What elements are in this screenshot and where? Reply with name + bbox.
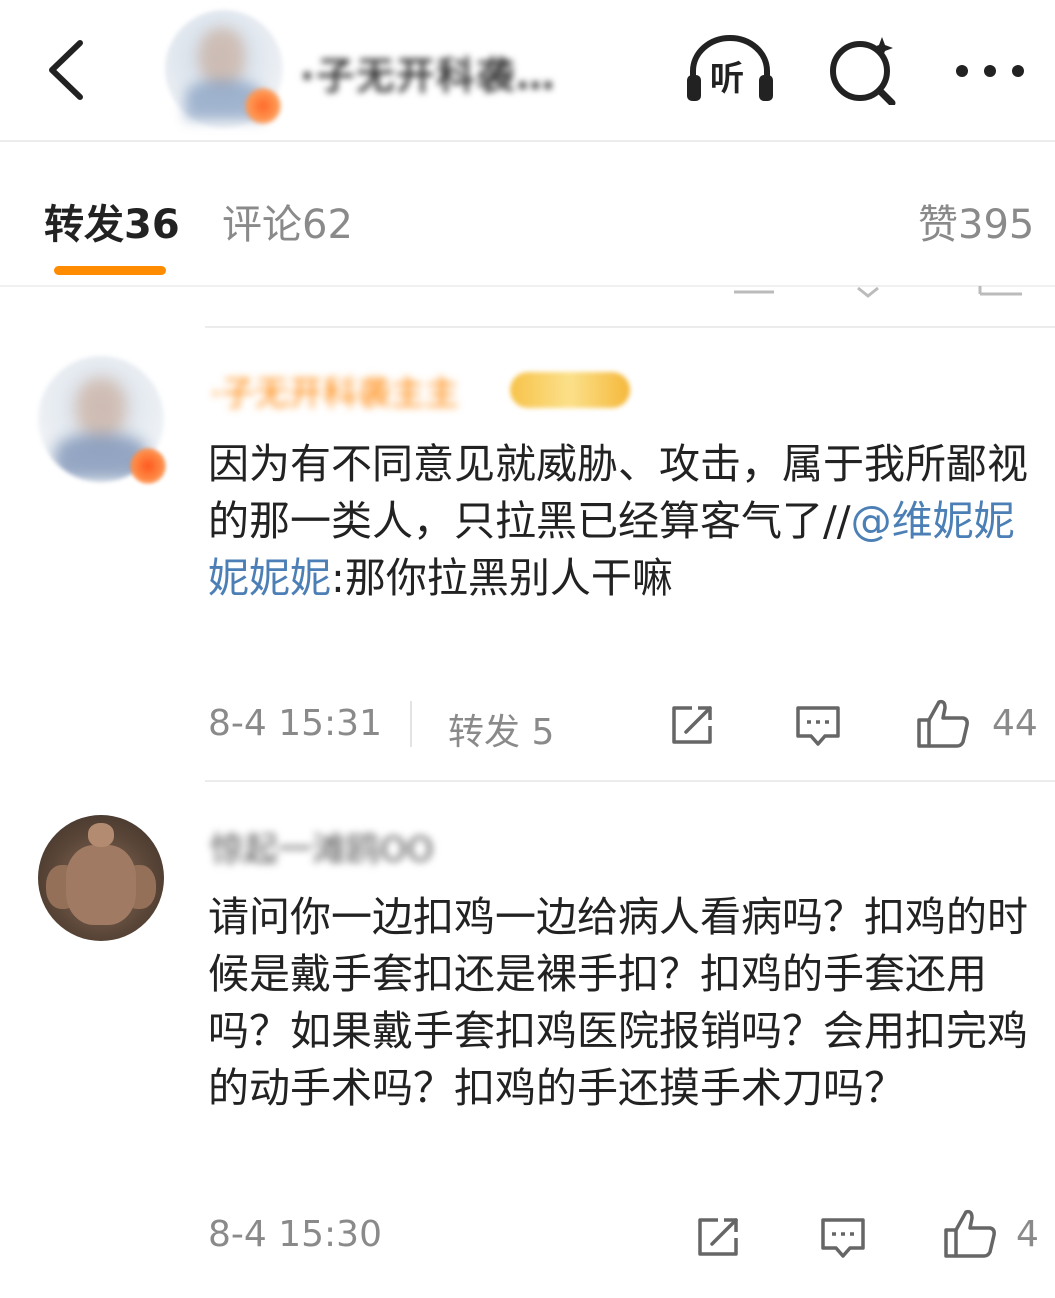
item-divider — [205, 780, 1055, 782]
active-tab-indicator — [54, 266, 166, 275]
username[interactable]: ·子无开科袭主主 — [210, 366, 459, 415]
header-divider — [0, 140, 1055, 142]
tab-likes[interactable]: 赞395 — [918, 192, 1034, 250]
tab-repost[interactable]: 转发36 — [44, 192, 180, 250]
comment-text: 因为有不同意见就威胁、攻击，属于我所鄙视的那一类人，只拉黑已经算客气了//@维妮… — [208, 436, 1038, 607]
tab-comments[interactable]: 评论62 — [222, 192, 353, 250]
repost-icon[interactable] — [696, 1216, 742, 1262]
top-bar: ·子无开科袭… 听 — [0, 0, 1055, 140]
search-sparkle-icon[interactable] — [822, 35, 912, 107]
comment-icon[interactable] — [820, 1216, 866, 1264]
separator — [410, 701, 412, 747]
verified-badge-icon — [245, 88, 281, 124]
repost-count[interactable]: 转发 5 — [448, 703, 554, 755]
like-count: 44 — [992, 703, 1038, 744]
more-dots-icon[interactable] — [950, 35, 1040, 105]
like-icon[interactable] — [942, 1208, 998, 1264]
item-divider — [205, 326, 1055, 328]
verified-badge-icon — [130, 448, 166, 484]
headphones-icon[interactable]: 听 — [685, 35, 775, 105]
comment-text-part: :那你拉黑别人干嘛 — [331, 554, 673, 602]
vip-badge-icon — [510, 372, 630, 408]
listen-label: 听 — [710, 59, 744, 99]
back-arrow-icon[interactable] — [38, 35, 98, 105]
username[interactable]: 惊起一滩鸥OO — [210, 822, 434, 871]
timestamp: 8-4 15:31 — [208, 703, 382, 744]
like-icon[interactable] — [915, 698, 971, 754]
previous-item-actions-icon — [734, 286, 1022, 298]
page-title[interactable]: ·子无开科袭… — [300, 45, 556, 100]
repost-icon[interactable] — [670, 704, 716, 750]
comment-text: 请问你一边扣鸡一边给病人看病吗？扣鸡的时候是戴手套扣还是裸手扣？扣鸡的手套还用吗… — [208, 893, 1028, 1112]
comment-icon[interactable] — [795, 704, 841, 752]
timestamp: 8-4 15:30 — [208, 1214, 382, 1255]
like-count: 4 — [1016, 1214, 1039, 1255]
avatar[interactable] — [38, 815, 164, 941]
